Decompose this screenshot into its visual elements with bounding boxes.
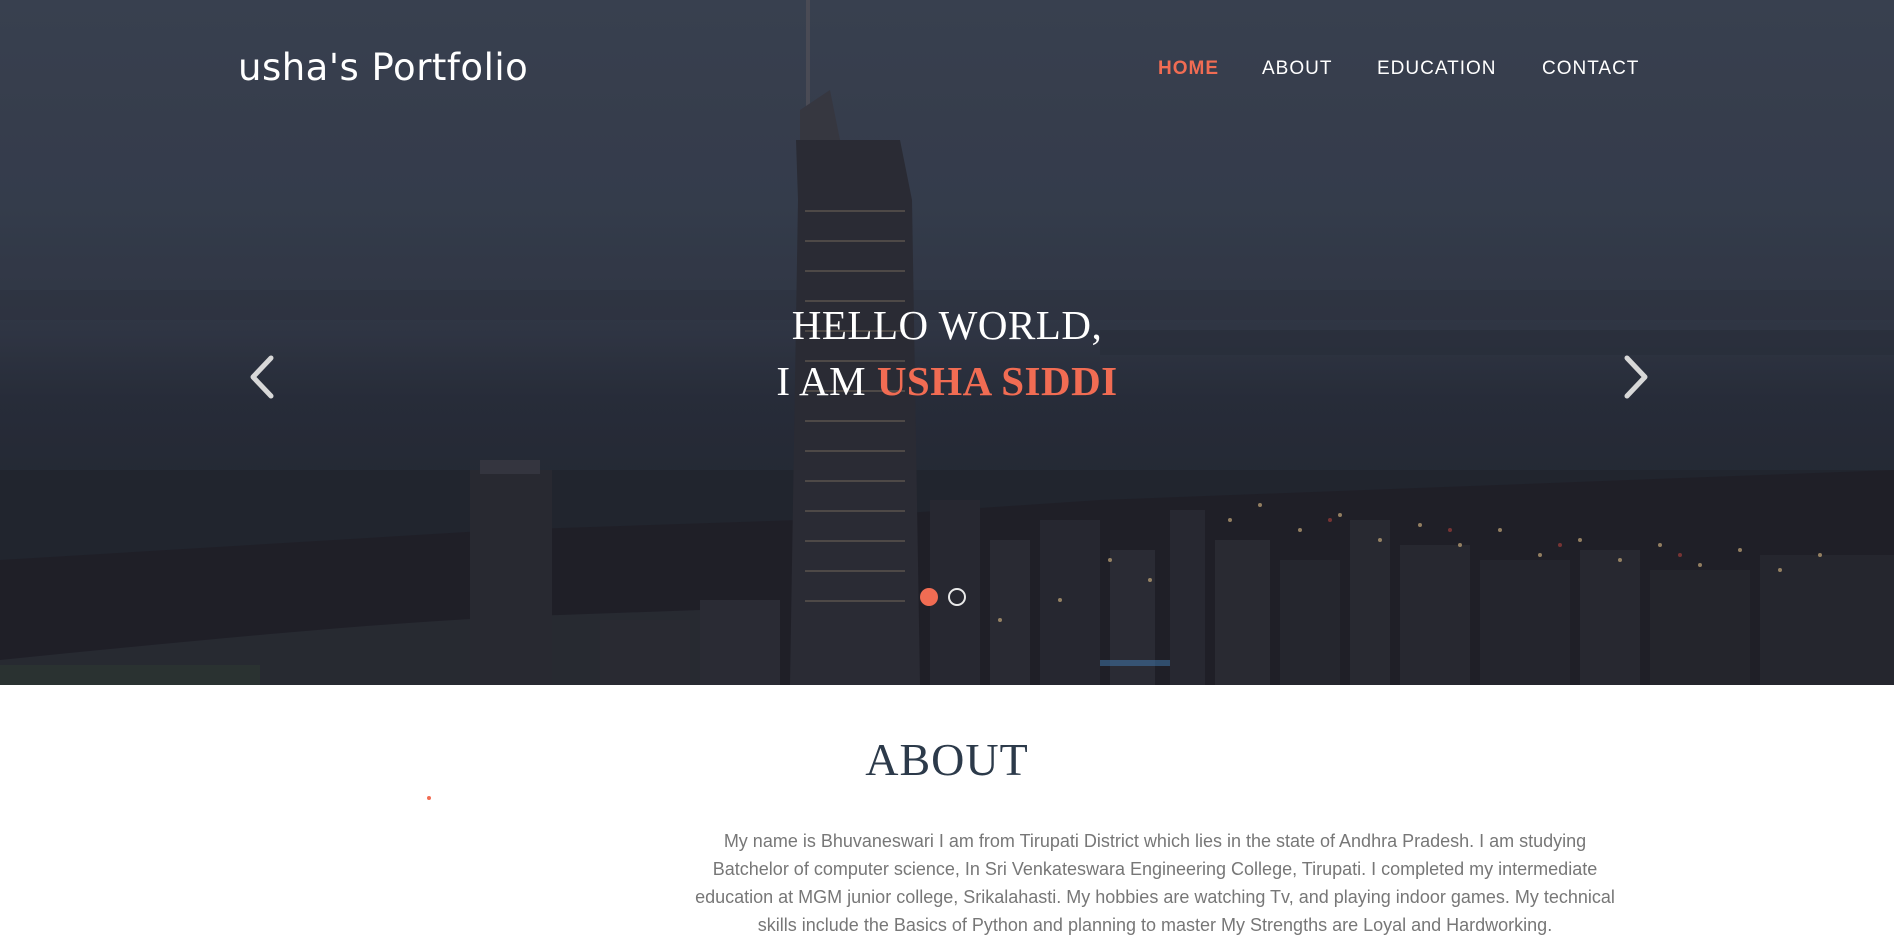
- carousel-indicators: [920, 588, 966, 606]
- top-navbar: usha's Portfolio HOME ABOUT EDUCATION CO…: [0, 0, 1894, 140]
- brand-logo[interactable]: usha's Portfolio: [238, 46, 528, 89]
- decorative-dot: [427, 796, 431, 800]
- hero-line-2-prefix: I AM: [776, 358, 867, 404]
- hero-heading: HELLO WORLD, I AM USHA SIDDI: [0, 297, 1894, 409]
- hero-line-1: HELLO WORLD,: [791, 302, 1103, 348]
- carousel-prev-button[interactable]: [243, 352, 279, 402]
- hero-carousel: usha's Portfolio HOME ABOUT EDUCATION CO…: [0, 0, 1894, 685]
- chevron-left-icon: [250, 355, 274, 399]
- hero-line-2: I AM USHA SIDDI: [0, 353, 1894, 409]
- chevron-right-icon: [1624, 355, 1648, 399]
- carousel-dot-2[interactable]: [948, 588, 966, 606]
- hero-name: USHA SIDDI: [876, 358, 1118, 404]
- nav-contact[interactable]: CONTACT: [1542, 58, 1639, 80]
- carousel-next-button[interactable]: [1619, 352, 1655, 402]
- carousel-dot-1[interactable]: [920, 588, 938, 606]
- about-heading: ABOUT: [865, 734, 1029, 785]
- about-paragraph: My name is Bhuvaneswari I am from Tirupa…: [695, 831, 1615, 935]
- nav-home[interactable]: HOME: [1158, 58, 1219, 80]
- nav-education[interactable]: EDUCATION: [1377, 58, 1496, 80]
- nav-about[interactable]: ABOUT: [1262, 58, 1332, 80]
